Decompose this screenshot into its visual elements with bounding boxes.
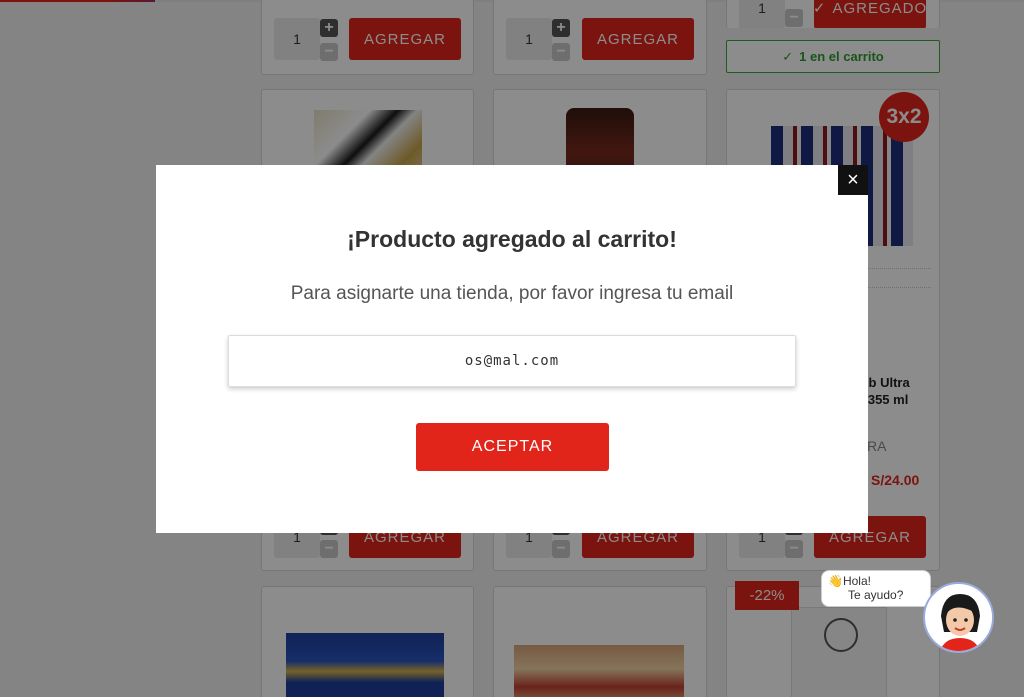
chat-bubble[interactable]: 👋Hola! Te ayudo? — [821, 570, 931, 607]
modal-subtitle: Para asignarte una tienda, por favor ing… — [290, 283, 734, 304]
chat-avatar-button[interactable] — [923, 582, 994, 653]
chat-greeting: 👋Hola! — [828, 574, 871, 588]
email-field[interactable] — [228, 335, 796, 387]
cart-added-modal: × ¡Producto agregado al carrito! Para as… — [156, 165, 868, 533]
close-icon[interactable]: × — [838, 165, 868, 195]
chat-offer: Te ayudo? — [848, 588, 904, 602]
modal-title: ¡Producto agregado al carrito! — [347, 226, 677, 252]
accept-button[interactable]: ACEPTAR — [416, 423, 609, 471]
